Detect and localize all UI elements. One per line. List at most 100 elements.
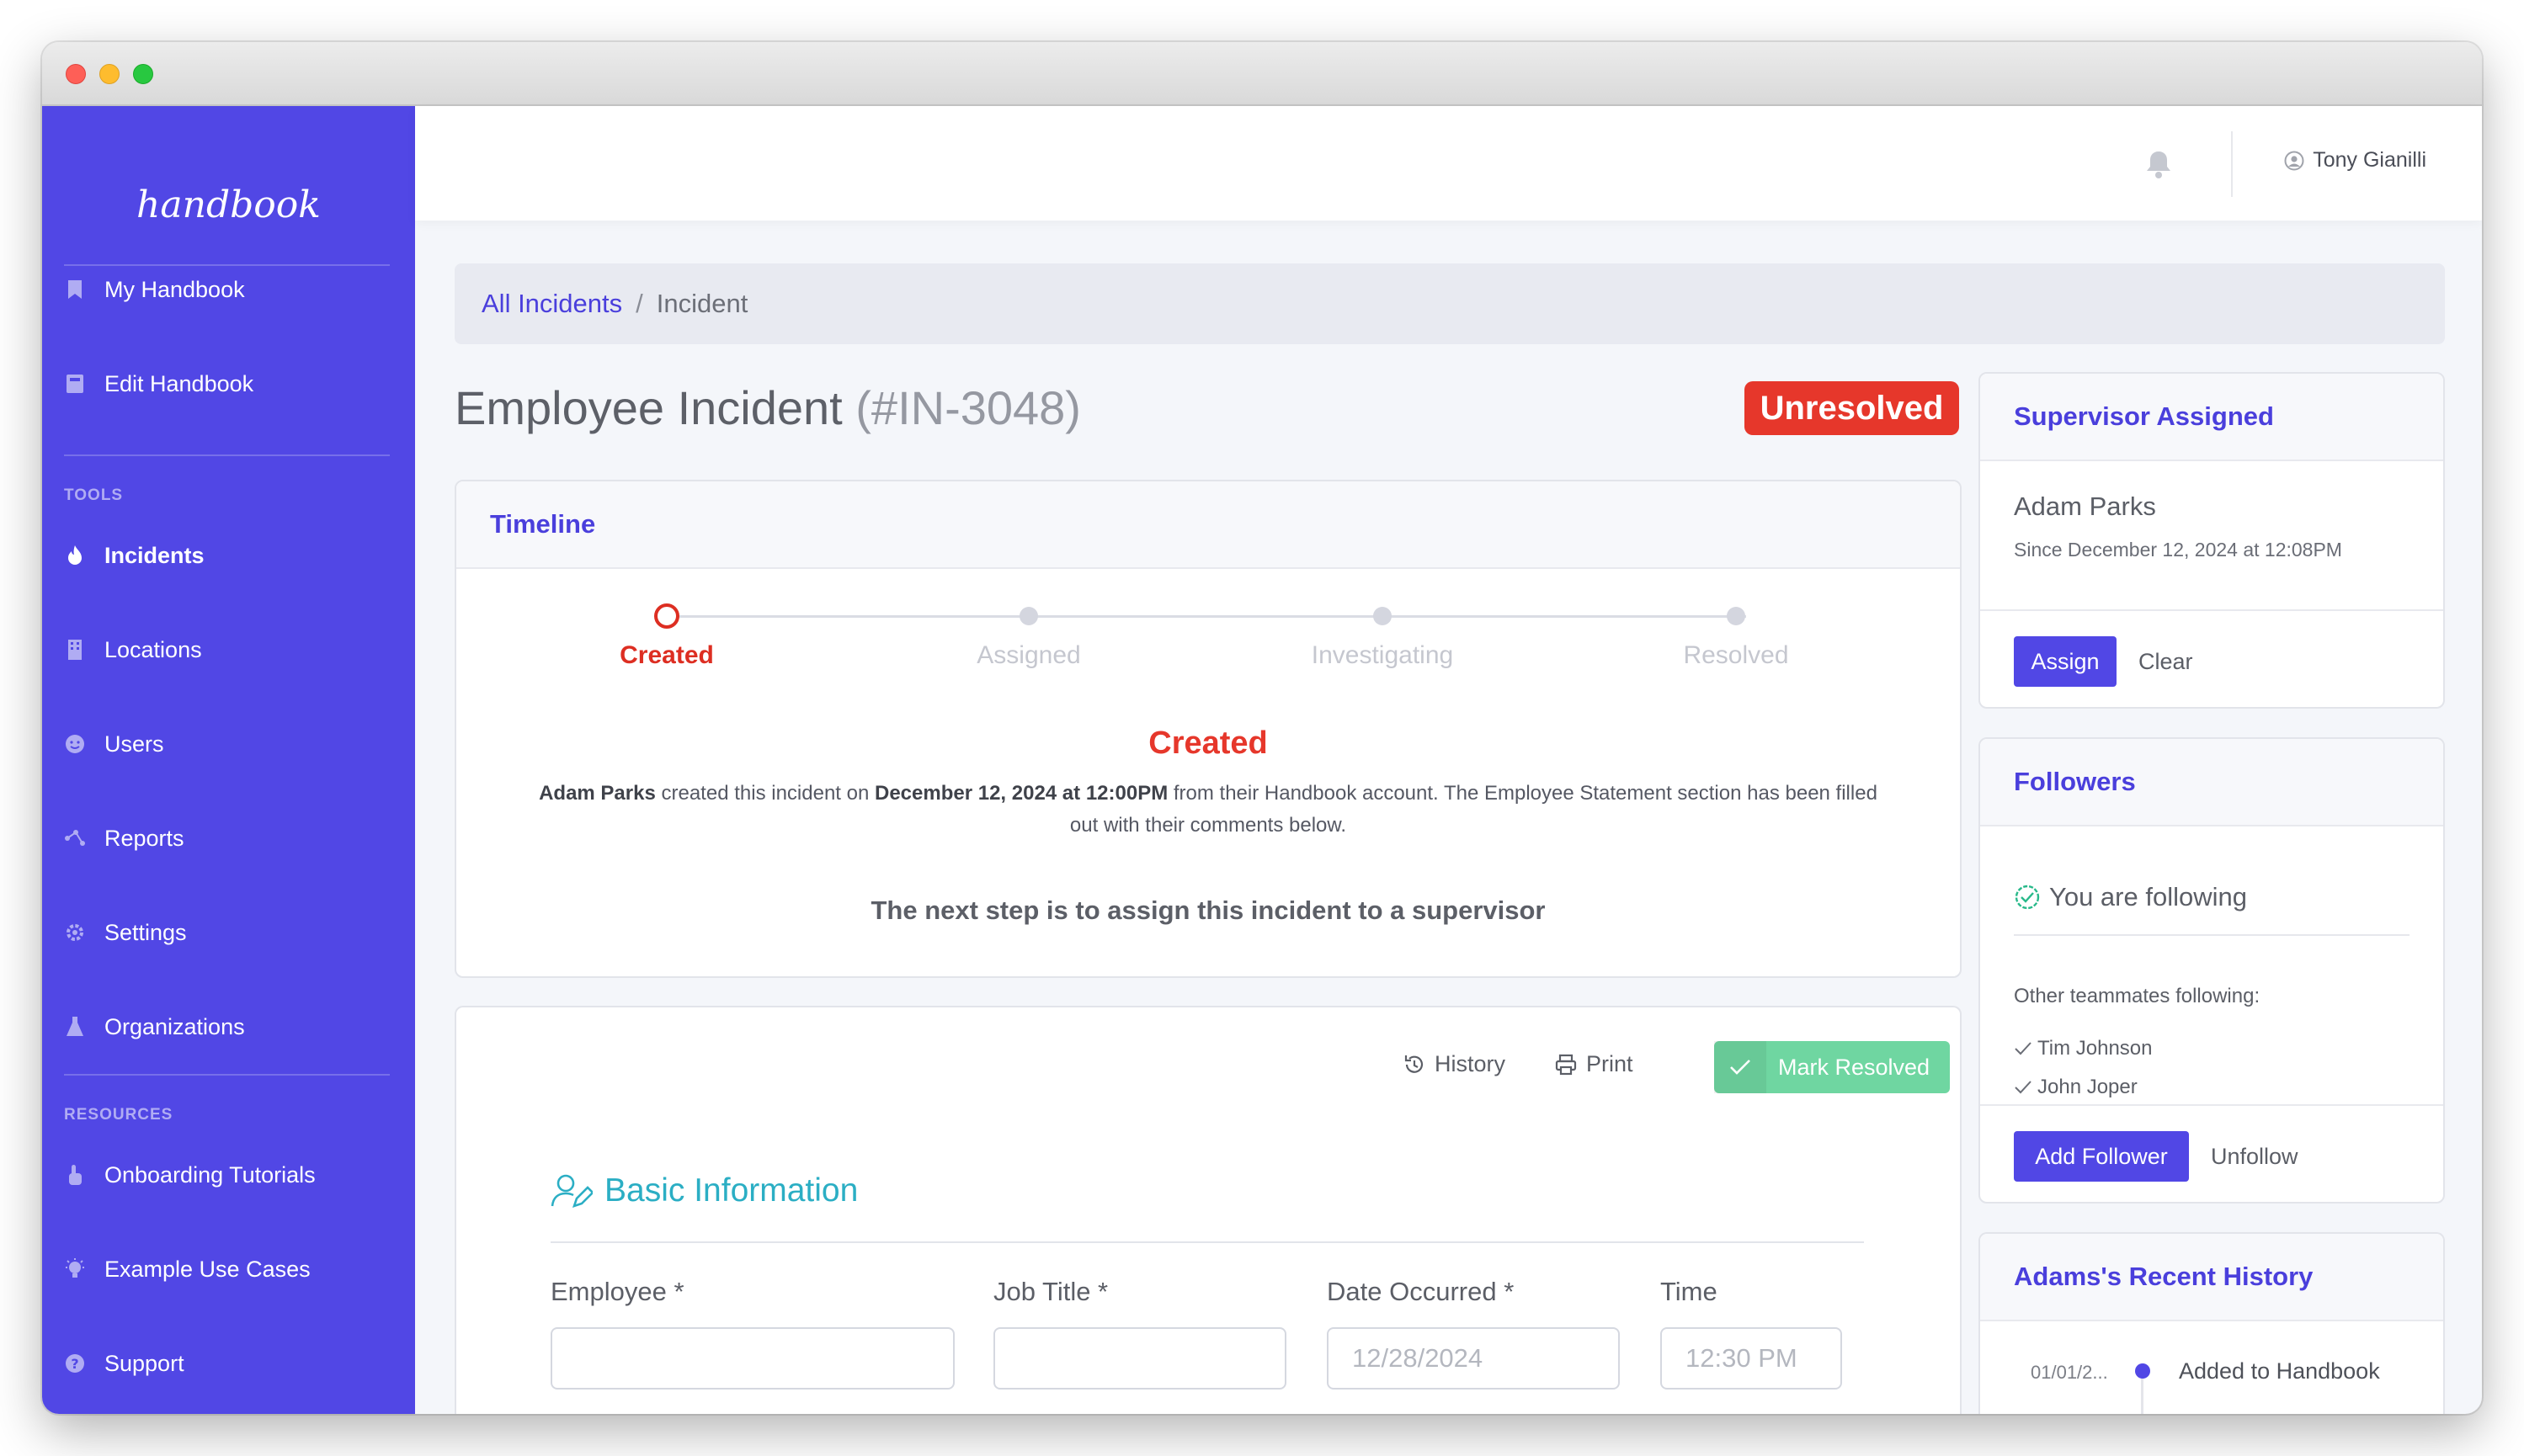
breadcrumb-link-all-incidents[interactable]: All Incidents <box>482 289 622 319</box>
timeline-node-created <box>654 603 679 629</box>
sidebar-item-edit-handbook[interactable]: Edit Handbook <box>64 359 390 409</box>
window-maximize-button[interactable] <box>133 64 153 84</box>
add-follower-button[interactable]: Add Follower <box>2014 1131 2189 1182</box>
user-edit-icon <box>551 1174 593 1209</box>
top-bar: Tony Gianilli <box>415 106 2482 221</box>
incident-title: Employee Incident <box>455 381 843 434</box>
mark-resolved-button[interactable]: Mark Resolved <box>1714 1041 1950 1093</box>
job-title-input[interactable] <box>993 1327 1286 1390</box>
breadcrumb: All Incidents / Incident <box>455 263 2445 344</box>
assign-button[interactable]: Assign <box>2014 636 2117 687</box>
history-date: 01/01/2... <box>2031 1362 2108 1383</box>
follower-name: Tim Johnson <box>2037 1037 2153 1060</box>
window-close-button[interactable] <box>66 64 86 84</box>
supervisor-card: Supervisor Assigned Adam Parks Since Dec… <box>1978 372 2445 709</box>
other-teammates-label: Other teammates following: <box>2014 985 2260 1007</box>
sidebar-item-my-handbook[interactable]: My Handbook <box>64 264 390 315</box>
sidebar-item-label: Reports <box>104 825 184 851</box>
timeline-node-resolved <box>1727 607 1745 625</box>
unfollow-button[interactable]: Unfollow <box>2211 1144 2298 1170</box>
followers-card-header: Followers <box>1980 739 2443 826</box>
time-label: Time <box>1660 1277 1717 1306</box>
clear-button[interactable]: Clear <box>2138 649 2193 675</box>
network-icon <box>64 827 86 849</box>
card-divider <box>1980 609 2443 611</box>
sidebar-item-example-use-cases[interactable]: Example Use Cases <box>64 1244 390 1294</box>
sidebar-section-resources: RESOURCES <box>64 1106 173 1124</box>
follower-item: John Joper <box>2014 1076 2138 1099</box>
sidebar-item-reports[interactable]: Reports <box>64 813 390 864</box>
sidebar-item-label: Edit Handbook <box>104 370 254 396</box>
timeline-step-investigating: Investigating <box>1311 641 1454 669</box>
user-name: Tony Gianilli <box>2313 148 2426 172</box>
smiley-icon <box>64 733 86 755</box>
basic-information-heading: Basic Information <box>551 1172 858 1209</box>
status-badge: Unresolved <box>1744 381 1959 435</box>
check-icon <box>2015 1042 2031 1055</box>
gear-icon <box>64 922 86 943</box>
timeline-step-assigned: Assigned <box>977 641 1081 669</box>
timeline-title: Timeline <box>490 509 596 539</box>
sidebar-item-support[interactable]: ? Support <box>64 1338 390 1389</box>
book-icon <box>64 373 86 395</box>
follower-name: John Joper <box>2037 1076 2138 1098</box>
check-icon <box>2015 1081 2031 1094</box>
sidebar-item-incidents[interactable]: Incidents <box>64 530 390 581</box>
sidebar: handbook My Handbook Edit Handbook TOOLS… <box>42 106 415 1414</box>
supervisor-title: Supervisor Assigned <box>2014 401 2274 431</box>
current-step-description: Adam Parks created this incident on Dece… <box>524 778 1893 842</box>
card-divider <box>1980 1104 2443 1106</box>
history-button[interactable]: History <box>1403 1051 1505 1077</box>
printer-icon <box>1555 1054 1577 1075</box>
window-minimize-button[interactable] <box>99 64 120 84</box>
history-dot <box>2135 1363 2150 1379</box>
bell-icon[interactable] <box>2145 150 2172 178</box>
time-input[interactable] <box>1660 1327 1842 1390</box>
sidebar-item-users[interactable]: Users <box>64 719 390 769</box>
sidebar-item-label: Example Use Cases <box>104 1256 311 1282</box>
history-label: History <box>1435 1051 1506 1076</box>
current-step-heading: Created <box>1148 725 1268 761</box>
print-button[interactable]: Print <box>1554 1051 1633 1077</box>
history-line <box>2141 1379 2143 1414</box>
sidebar-item-locations[interactable]: Locations <box>64 624 390 675</box>
lightbulb-icon <box>64 1258 86 1280</box>
section-divider <box>551 1241 1864 1243</box>
app-logo[interactable]: handbook <box>42 183 415 226</box>
followers-card: Followers You are following Other teamma… <box>1978 737 2445 1204</box>
job-title-label: Job Title * <box>993 1277 1109 1306</box>
check-icon <box>1714 1041 1766 1093</box>
incident-form-card: History Print Mark Resolved Basic Inform… <box>455 1006 1962 1414</box>
incident-number: (#IN-3048) <box>855 381 1081 434</box>
sidebar-item-label: Users <box>104 731 164 757</box>
sidebar-divider <box>64 1074 390 1076</box>
sidebar-item-label: Support <box>104 1350 184 1376</box>
supervisor-name: Adam Parks <box>2014 492 2156 521</box>
date-occurred-label: Date Occurred * <box>1327 1277 1515 1306</box>
breadcrumb-current: Incident <box>656 289 748 318</box>
supervisor-since: Since December 12, 2024 at 12:08PM <box>2014 539 2342 561</box>
followers-divider <box>2014 934 2410 936</box>
user-menu[interactable]: Tony Gianilli <box>2284 148 2426 173</box>
sidebar-item-settings[interactable]: Settings <box>64 907 390 958</box>
following-status-text: You are following <box>2049 882 2247 911</box>
sidebar-item-organizations[interactable]: Organizations <box>64 1002 390 1052</box>
next-step-text: The next step is to assign this incident… <box>871 895 1546 925</box>
timeline-node-assigned <box>1020 607 1038 625</box>
timeline-card-header: Timeline <box>456 481 1960 569</box>
sidebar-item-label: Settings <box>104 919 187 945</box>
recent-history-title: Adams's Recent History <box>2014 1262 2314 1291</box>
question-circle-icon: ? <box>64 1352 86 1374</box>
recent-history-card-header: Adams's Recent History <box>1980 1234 2443 1321</box>
timeline-track <box>667 615 1746 618</box>
timeline-step-resolved: Resolved <box>1683 641 1789 669</box>
section-title-text: Basic Information <box>604 1172 859 1209</box>
flask-icon <box>64 1016 86 1038</box>
date-occurred-input[interactable] <box>1327 1327 1620 1390</box>
employee-input[interactable] <box>551 1327 955 1390</box>
history-text: Added to Handbook <box>2179 1358 2380 1384</box>
page-title: Employee Incident (#IN-3048) <box>455 380 1081 435</box>
desc-text: from their Handbook account. The Employe… <box>1069 782 1877 837</box>
sidebar-item-onboarding-tutorials[interactable]: Onboarding Tutorials <box>64 1150 390 1200</box>
svg-text:?: ? <box>71 1356 78 1372</box>
